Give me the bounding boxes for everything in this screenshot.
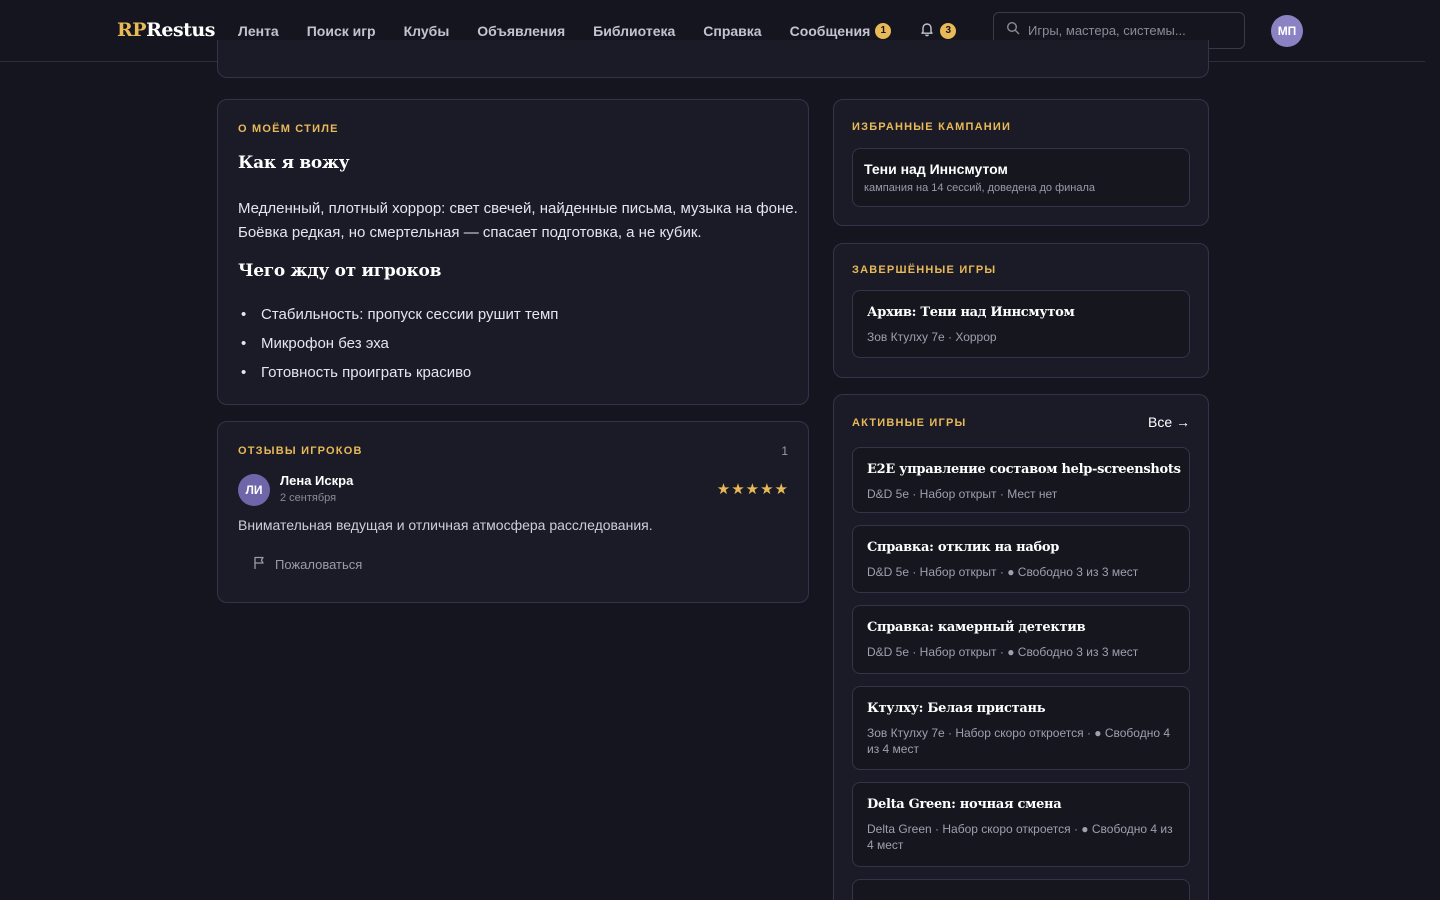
star-icon: ★ [731,481,745,498]
expectations-heading: Чего жду от игроков [238,261,442,281]
reviews-count: 1 [781,444,788,458]
site-logo[interactable]: RPRestus [117,19,215,41]
game-title: Справка: камерный детектив [867,620,1086,635]
campaign-subtitle: кампания на 14 сессий, доведена до финал… [864,182,1096,194]
star-icon: ★ [774,481,788,498]
section-title: Активные игры [852,417,967,429]
nav-item-feed[interactable]: Лента [238,23,279,39]
report-button[interactable]: Пожаловаться [252,556,362,573]
nav-item-clubs[interactable]: Клубы [404,23,450,39]
nav-item-announcements[interactable]: Объявления [477,23,565,39]
all-games-link[interactable]: Все → [1148,414,1190,430]
game-subtitle: D&D 5e · Набор открыт · ● Свободно 3 из … [867,645,1139,659]
nav-item-library[interactable]: Библиотека [593,23,675,39]
game-subtitle: Delta Green · Набор скоро откроется · ● … [867,822,1173,852]
completed-games-card: Завершённые игры Архив: Тени над Иннсмут… [833,243,1209,378]
game-subtitle: Зов Ктулху 7е · Хоррор [867,330,997,344]
user-avatar[interactable]: МП [1271,15,1303,47]
review-date: 2 сентября [280,492,337,504]
search-icon [1006,21,1028,40]
star-icon: ★ [745,481,760,498]
favorite-campaigns-card: Избранные кампании Тени над Иннсмутом ка… [833,99,1209,226]
campaign-title: Тени над Иннсмутом [864,161,1008,177]
favorite-campaign-item[interactable]: Тени над Иннсмутом кампания на 14 сессий… [852,148,1190,207]
style-paragraph: Медленный, плотный хоррор: свет свечей, … [238,200,798,241]
rating-stars: ★ ★ ★ ★ ★ [716,480,788,498]
completed-game-item[interactable]: Архив: Тени над Иннсмутом Зов Ктулху 7е … [852,290,1190,358]
flag-icon [252,556,275,573]
messages-badge: 1 [875,23,892,39]
star-icon: ★ [760,481,774,498]
game-title: Delta Green: ночная смена [867,797,1062,812]
active-games-card: Активные игры Все → E2E управление соста… [833,394,1209,900]
game-subtitle: D&D 5e · Набор открыт · ● Свободно 3 из … [867,565,1139,579]
section-title: Избранные кампании [852,121,1012,133]
game-subtitle: D&D 5e · Набор открыт · Мест нет [867,487,1058,501]
how-i-run-heading: Как я вожу [238,153,350,173]
section-title: О моём стиле [238,123,339,135]
reviewer-name[interactable]: Лена Искра [280,473,353,488]
list-item: Готовность проиграть красиво [238,361,558,390]
reviewer-avatar[interactable]: ЛИ [238,474,270,506]
active-game-item[interactable]: Справка: камерный детектив D&D 5e · Набо… [852,605,1190,674]
notifications-badge: 3 [940,23,957,39]
game-title: E2E управление составом help-screenshots [867,462,1181,477]
nav-item-help[interactable]: Справка [703,23,761,39]
bell-icon [919,21,935,42]
about-style-card: О моём стиле Как я вожу Медленный, плотн… [217,99,809,405]
expectations-list: Стабильность: пропуск сессии рушит темп … [238,303,558,390]
active-game-item-partial[interactable] [852,879,1190,900]
review-text: Внимательная ведущая и отличная атмосфер… [238,517,653,533]
list-item: Микрофон без эха [238,332,558,361]
section-title: Отзывы игроков [238,445,363,457]
star-icon: ★ [716,481,731,498]
nav-item-game-search[interactable]: Поиск игр [307,23,376,39]
section-title: Завершённые игры [852,264,997,276]
active-game-item[interactable]: Справка: отклик на набор D&D 5e · Набор … [852,525,1190,593]
active-game-item[interactable]: Ктулху: Белая пристань Зов Ктулху 7е · Н… [852,686,1190,770]
game-title: Архив: Тени над Иннсмутом [867,305,1075,320]
previous-card-edge [217,40,1209,78]
list-item: Стабильность: пропуск сессии рушит темп [238,303,558,332]
nav-item-messages[interactable]: Сообщения 1 [790,23,892,39]
reviews-card: Отзывы игроков 1 ЛИ Лена Искра 2 сентябр… [217,421,809,603]
notifications-button[interactable]: 3 [919,21,957,42]
search-input[interactable] [1028,23,1228,38]
game-title: Ктулху: Белая пристань [867,701,1046,716]
active-game-item[interactable]: E2E управление составом help-screenshots… [852,447,1190,513]
active-game-item[interactable]: Delta Green: ночная смена Delta Green · … [852,782,1190,867]
game-subtitle: Зов Ктулху 7е · Набор скоро откроется · … [867,726,1171,756]
game-title: Справка: отклик на набор [867,540,1060,555]
